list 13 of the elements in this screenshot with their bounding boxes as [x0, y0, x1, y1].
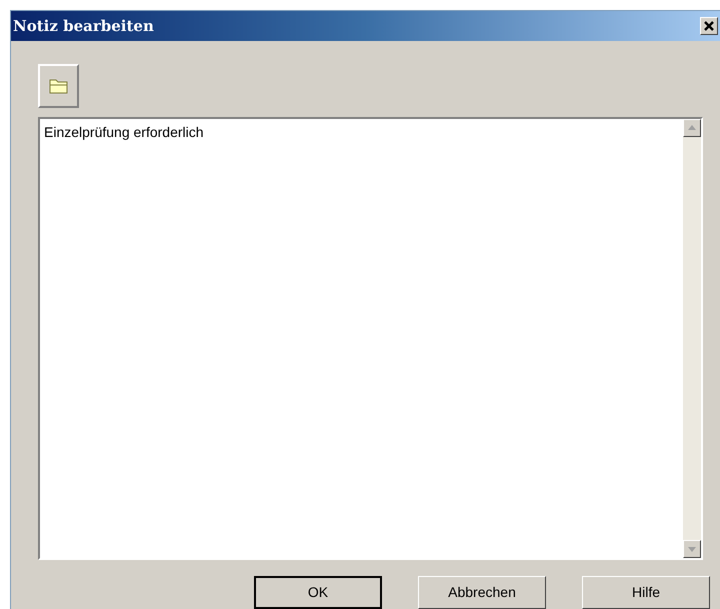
dialog-button[interactable]: Hilfe	[582, 576, 710, 609]
open-folder-button[interactable]	[38, 64, 79, 108]
window-title: Notiz bearbeiten	[13, 16, 154, 36]
scroll-up-button[interactable]	[683, 118, 701, 136]
close-button[interactable]	[700, 16, 718, 35]
dialog-button[interactable]: OK	[254, 576, 382, 609]
close-icon	[703, 20, 715, 32]
scroll-down-button[interactable]	[683, 540, 701, 558]
up-arrow-icon	[688, 125, 696, 130]
scrollbar[interactable]	[683, 118, 701, 558]
dialog-button[interactable]: Abbrechen	[418, 576, 546, 609]
down-arrow-icon	[688, 546, 696, 552]
folder-icon	[48, 76, 68, 94]
